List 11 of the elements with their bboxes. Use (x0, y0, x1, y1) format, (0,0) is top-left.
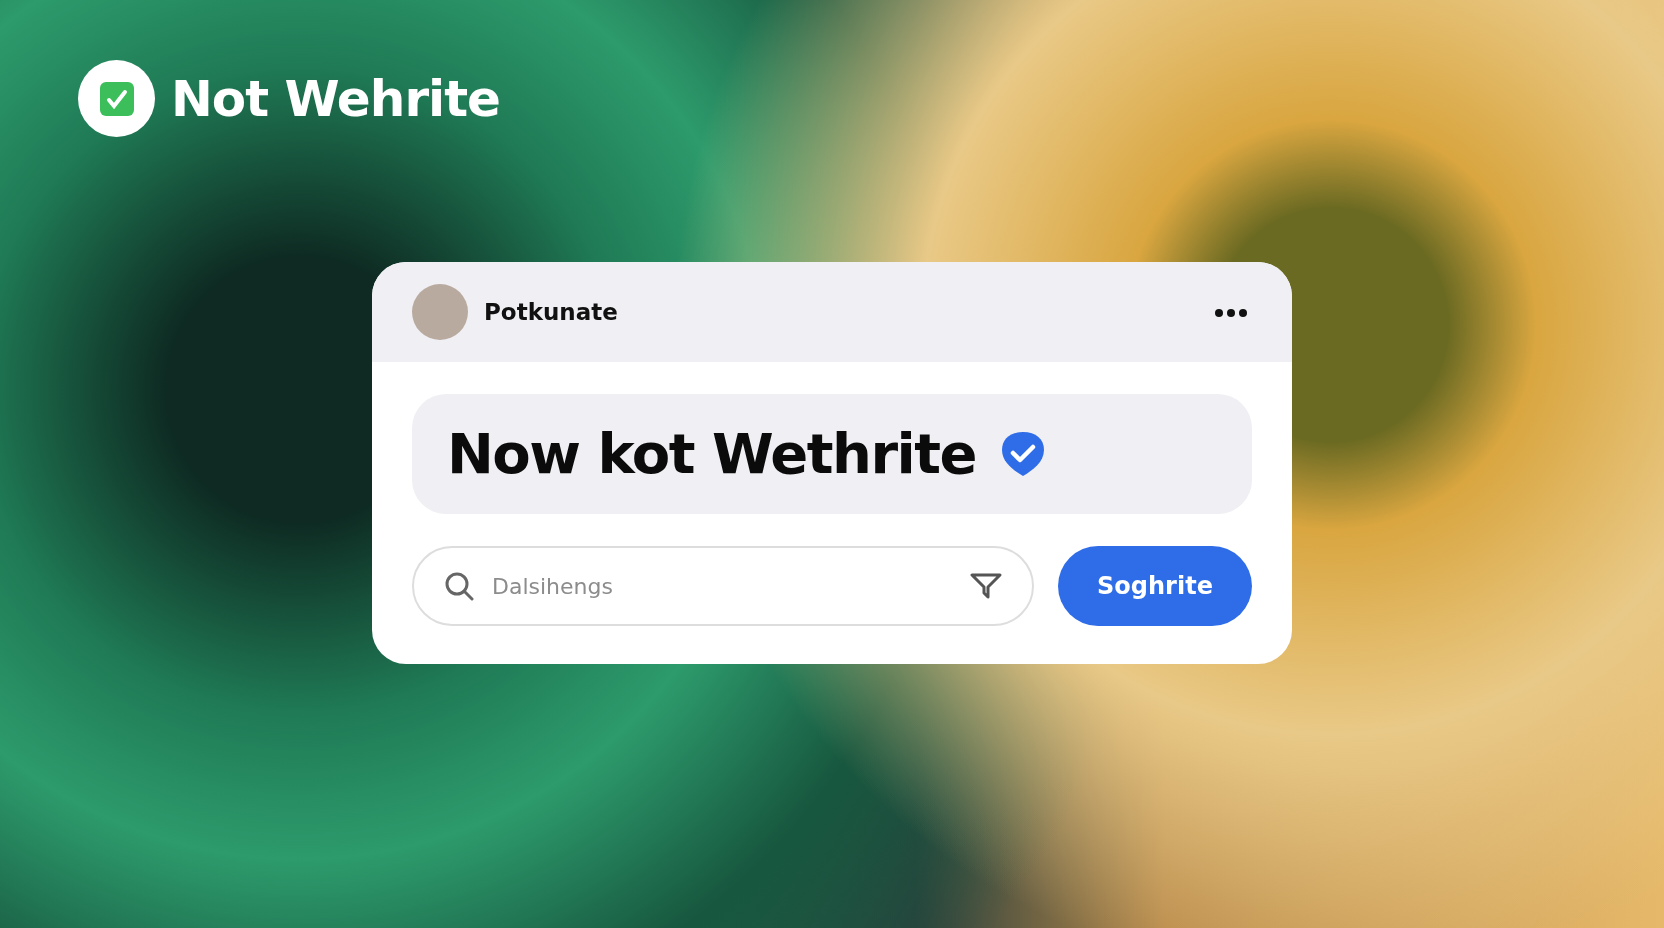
avatar-placeholder (412, 284, 468, 340)
search-field[interactable]: Dalsihengs (412, 546, 1034, 626)
filter-button[interactable] (970, 572, 1002, 600)
user-name: Potkunate (484, 297, 618, 327)
search-input[interactable]: Dalsihengs (490, 568, 954, 604)
brand-title: Not Wehrite (171, 73, 500, 124)
filter-icon (970, 572, 1002, 600)
headline: Now kot Wethrite (447, 426, 976, 482)
search-icon (444, 571, 474, 601)
submit-button[interactable]: Soghrite (1058, 546, 1252, 626)
more-icon (1214, 307, 1248, 318)
